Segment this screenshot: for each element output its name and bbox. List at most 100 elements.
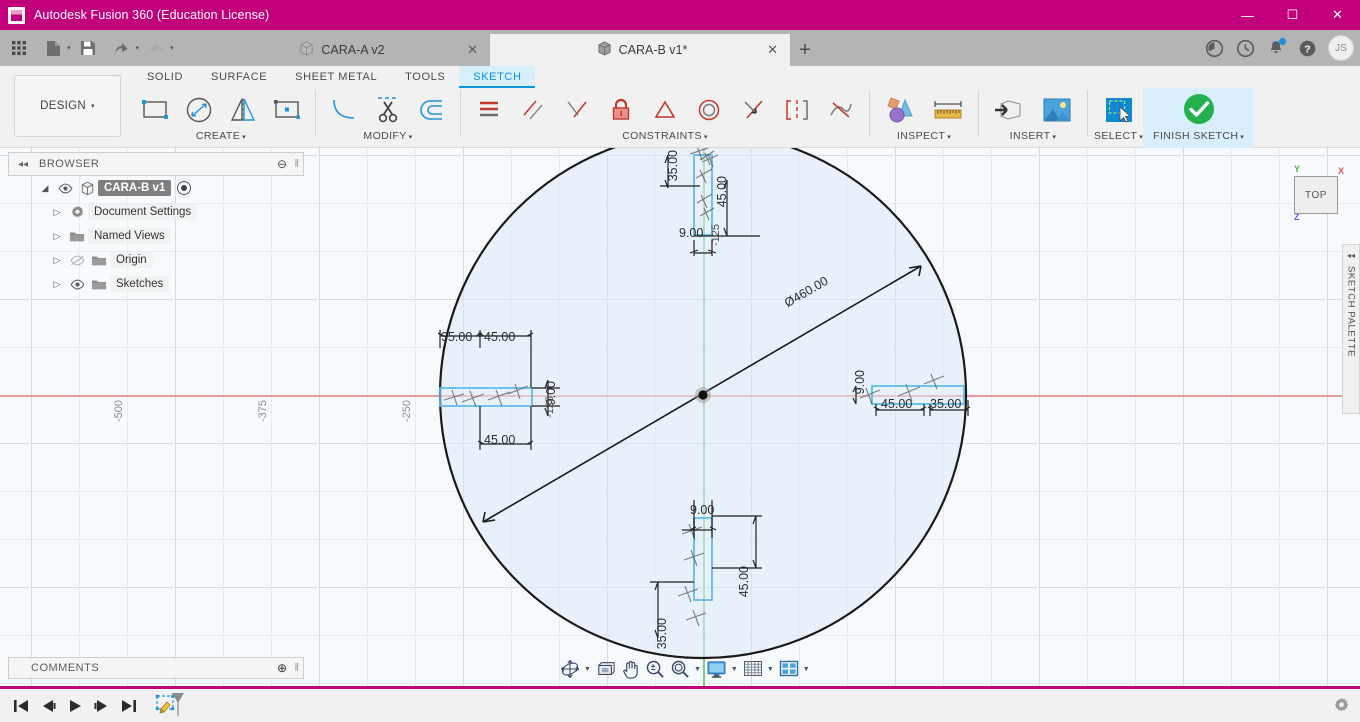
- redo-caret-icon[interactable]: ▾: [170, 44, 174, 52]
- expand-triangle-icon[interactable]: ▷: [48, 279, 66, 290]
- save-icon[interactable]: [75, 30, 101, 66]
- horizontal-vertical-constraint-icon[interactable]: [467, 88, 511, 132]
- comments-panel-header[interactable]: COMMENTS ⊕ ‖: [8, 657, 304, 679]
- collapse-icon[interactable]: ◂◂: [18, 159, 28, 170]
- orbit-caret-icon[interactable]: ▼: [584, 666, 591, 673]
- step-back-icon[interactable]: [35, 691, 60, 721]
- dimension-left-slot-length2[interactable]: 45.00: [484, 433, 515, 447]
- grid-snaps-caret-icon[interactable]: ▼: [767, 666, 774, 673]
- new-tab-button[interactable]: +: [790, 34, 820, 66]
- circle-tool-icon[interactable]: [177, 88, 221, 132]
- ribbon-group-label-select[interactable]: SELECT ▾: [1094, 130, 1143, 142]
- dimension-bottom-slot-width[interactable]: 9.00: [690, 503, 714, 517]
- browser-item-origin[interactable]: ▷ Origin: [8, 248, 304, 272]
- view-cube[interactable]: Y X Z TOP: [1290, 164, 1344, 222]
- dimension-right-slot-width[interactable]: 9.00: [853, 370, 867, 394]
- recent-activity-icon[interactable]: [1231, 34, 1259, 62]
- play-icon[interactable]: [62, 691, 87, 721]
- select-window-icon[interactable]: [1095, 88, 1143, 132]
- insert-derive-icon[interactable]: [985, 88, 1033, 132]
- dimension-bottom-offset[interactable]: 35.00: [655, 618, 669, 649]
- undo-icon[interactable]: [109, 30, 135, 66]
- go-to-end-icon[interactable]: [116, 691, 141, 721]
- tab-sheet-metal[interactable]: SHEET METAL: [281, 66, 391, 88]
- dimension-bottom-slot-length[interactable]: 45.00: [737, 566, 751, 597]
- concentric-constraint-icon[interactable]: [687, 88, 731, 132]
- document-tab-cara-a[interactable]: CARA-A v2 ✕: [190, 34, 490, 66]
- offset-tool-icon[interactable]: [410, 88, 454, 132]
- view-cube-top-face[interactable]: TOP: [1294, 176, 1338, 214]
- dimension-right-offset[interactable]: 35.00: [930, 397, 961, 411]
- tab-surface[interactable]: SURFACE: [197, 66, 281, 88]
- undo-caret-icon[interactable]: ▾: [136, 44, 140, 52]
- go-to-beginning-icon[interactable]: [8, 691, 33, 721]
- expand-triangle-icon[interactable]: ▷: [48, 231, 66, 242]
- rectangular-pattern-icon[interactable]: [265, 88, 309, 132]
- dimension-top-coord[interactable]: -125: [710, 224, 722, 246]
- redo-icon[interactable]: [143, 30, 169, 66]
- fillet-tool-icon[interactable]: [322, 88, 366, 132]
- expand-triangle-icon[interactable]: ▷: [48, 207, 66, 218]
- ribbon-group-finish-sketch[interactable]: FINISH SKETCH ▾: [1143, 88, 1255, 148]
- new-document-caret-icon[interactable]: ▾: [67, 44, 71, 52]
- tab-tools[interactable]: TOOLS: [391, 66, 459, 88]
- fit-caret-icon[interactable]: ▼: [694, 666, 701, 673]
- close-icon[interactable]: ✕: [467, 42, 478, 58]
- browser-item-document-settings[interactable]: ▷ Document Settings: [8, 200, 304, 224]
- zoom-icon[interactable]: [643, 657, 667, 681]
- pan-icon[interactable]: [619, 657, 642, 681]
- display-settings-caret-icon[interactable]: ▼: [731, 666, 738, 673]
- dimension-top-slot-width[interactable]: 9.00: [679, 226, 703, 240]
- close-button[interactable]: ✕: [1315, 0, 1360, 30]
- panel-grip[interactable]: ‖: [294, 662, 299, 674]
- add-comment-icon[interactable]: ⊕: [277, 661, 287, 675]
- sketch-palette-panel[interactable]: ◂◂ SKETCH PALETTE: [1342, 244, 1360, 414]
- browser-item-cara-b[interactable]: ◢ CARA-B v1: [8, 176, 304, 200]
- ribbon-group-label-finish-sketch[interactable]: FINISH SKETCH ▾: [1153, 130, 1244, 142]
- viewport-layout-icon[interactable]: [777, 657, 801, 681]
- ribbon-group-label-insert[interactable]: INSERT ▾: [1010, 130, 1057, 142]
- maximize-button[interactable]: ☐: [1270, 0, 1315, 30]
- orbit-icon[interactable]: [558, 657, 582, 681]
- browser-item-named-views[interactable]: ▷ Named Views: [8, 224, 304, 248]
- minimize-icon[interactable]: ⊖: [277, 157, 287, 171]
- close-icon[interactable]: ✕: [767, 42, 778, 58]
- trim-tool-icon[interactable]: [366, 88, 410, 132]
- collinear-constraint-icon[interactable]: [731, 88, 775, 132]
- finish-sketch-check-icon[interactable]: [1175, 88, 1223, 132]
- dimension-left-offset[interactable]: 35.00: [441, 330, 472, 344]
- equal-constraint-icon[interactable]: [643, 88, 687, 132]
- dimension-top-offset[interactable]: 35.00: [666, 150, 680, 181]
- panel-grip[interactable]: ‖: [294, 158, 299, 170]
- expand-triangle-icon[interactable]: ◢: [36, 183, 54, 194]
- rectangle-tool-icon[interactable]: [133, 88, 177, 132]
- symmetry-constraint-icon[interactable]: [775, 88, 819, 132]
- tab-sketch[interactable]: SKETCH: [459, 66, 536, 88]
- visibility-eye-icon[interactable]: [66, 279, 88, 290]
- dimension-left-slot-length[interactable]: 45.00: [484, 330, 515, 344]
- new-document-icon[interactable]: [40, 30, 66, 66]
- workspace-switcher[interactable]: DESIGN ▾: [14, 75, 121, 137]
- avatar[interactable]: JS: [1328, 35, 1354, 61]
- jobs-status-icon[interactable]: [1200, 34, 1228, 62]
- expand-triangle-icon[interactable]: ▷: [48, 255, 66, 266]
- dimension-top-slot-length[interactable]: 45.00: [715, 176, 729, 207]
- browser-item-sketches[interactable]: ▷ Sketches: [8, 272, 304, 296]
- tab-solid[interactable]: SOLID: [133, 66, 197, 88]
- interference-icon[interactable]: [876, 88, 924, 132]
- activate-component-icon[interactable]: [177, 181, 192, 195]
- mirror-tool-icon[interactable]: [221, 88, 265, 132]
- curvature-constraint-icon[interactable]: [819, 88, 863, 132]
- perpendicular-constraint-icon[interactable]: [555, 88, 599, 132]
- grid-snaps-icon[interactable]: [741, 657, 765, 681]
- ribbon-group-label-inspect[interactable]: INSPECT ▾: [897, 130, 951, 142]
- timeline-settings-gear-icon[interactable]: [1333, 697, 1350, 719]
- ribbon-group-label-constraints[interactable]: CONSTRAINTS ▾: [622, 130, 708, 142]
- minimize-button[interactable]: —: [1225, 0, 1270, 30]
- notifications-icon[interactable]: [1262, 34, 1290, 62]
- measure-icon[interactable]: [924, 88, 972, 132]
- visibility-eye-icon[interactable]: [54, 183, 76, 194]
- dimension-left-coord[interactable]: -125: [544, 396, 556, 418]
- step-forward-icon[interactable]: [89, 691, 114, 721]
- grid-apps-icon[interactable]: [6, 30, 32, 66]
